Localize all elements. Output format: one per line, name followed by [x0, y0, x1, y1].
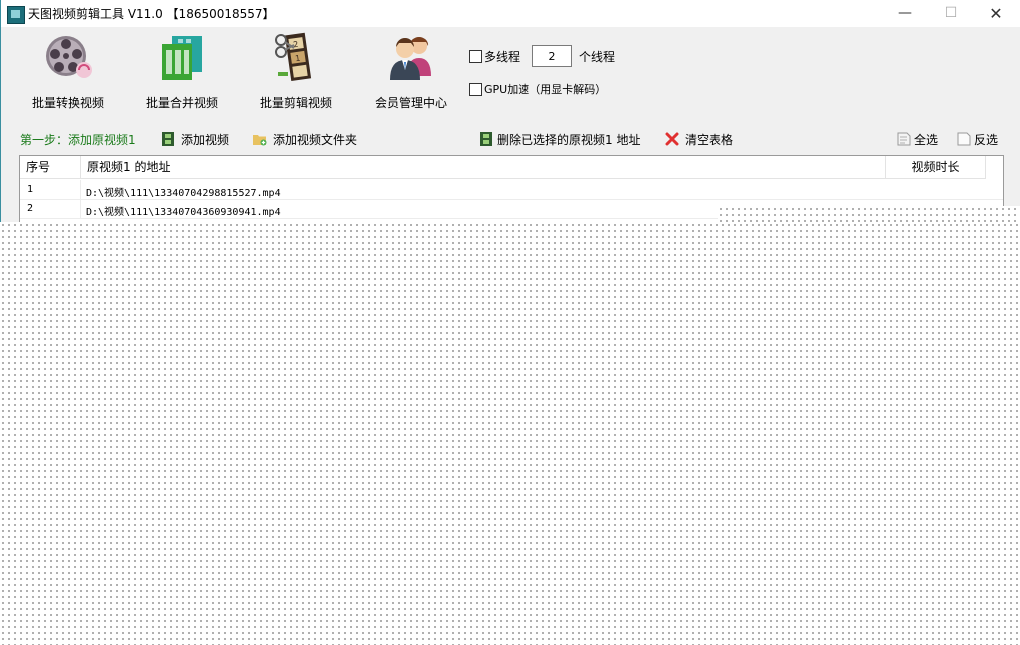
gpu-accel-label[interactable]: GPU加速（用显卡解码） — [484, 81, 606, 97]
col-header-path[interactable]: 原视频1 的地址 — [81, 156, 886, 179]
app-logo-icon — [7, 6, 25, 24]
merge-grid-icon — [162, 36, 202, 80]
film-strip-icon — [162, 132, 174, 146]
app-window: 天图视频剪辑工具 V11.0 【18650018557】 — ☐ ✕ 批量转换视… — [0, 0, 1020, 227]
batch-convert-button[interactable]: 批量转换视频 — [13, 32, 123, 112]
table-row[interactable]: 1 D:\视频\111\13340704298815527.mp4 — [20, 180, 1003, 200]
folder-add-icon — [253, 135, 267, 146]
row-path: D:\视频\111\13340704298815527.mp4 — [86, 188, 281, 199]
add-video-label: 添加视频 — [181, 133, 230, 147]
col-header-no[interactable]: 序号 — [20, 156, 81, 179]
col-header-duration[interactable]: 视频时长 — [886, 156, 986, 179]
batch-cut-label: 批量剪辑视频 — [259, 96, 332, 110]
step-one-label: 第一步：添加原视频1 — [20, 133, 136, 147]
clear-table-label: 清空表格 — [685, 133, 734, 147]
column-divider — [80, 180, 81, 199]
select-all-label: 全选 — [914, 133, 939, 147]
row-number: 1 — [27, 184, 34, 195]
batch-merge-label: 批量合并视频 — [145, 96, 218, 110]
film-reel-icon — [46, 36, 92, 78]
row-number: 2 — [27, 203, 34, 214]
title-bar[interactable]: 天图视频剪辑工具 V11.0 【18650018557】 — ☐ ✕ — [1, 0, 1020, 27]
delete-selected-label: 删除已选择的原视频1 地址 — [497, 133, 641, 147]
window-title: 天图视频剪辑工具 V11.0 【18650018557】 — [28, 7, 275, 21]
film-strip-icon — [480, 132, 492, 146]
film-cut-icon: 2 1 — [275, 32, 312, 82]
row-path: D:\视频\111\13340704360930941.mp4 — [86, 207, 281, 218]
member-center-label: 会员管理中心 — [374, 96, 447, 110]
document-icon — [897, 132, 911, 146]
batch-convert-label: 批量转换视频 — [31, 96, 104, 110]
multithread-label[interactable]: 多线程 — [484, 48, 520, 65]
red-x-icon — [665, 132, 679, 146]
redaction-pattern — [0, 222, 1020, 645]
blank-page-icon — [957, 132, 971, 146]
close-button[interactable]: ✕ — [973, 0, 1019, 27]
add-folder-label: 添加视频文件夹 — [273, 133, 358, 147]
gpu-accel-checkbox[interactable] — [469, 83, 482, 96]
redaction-pattern — [718, 206, 1020, 222]
members-icon — [390, 36, 431, 80]
column-divider — [80, 199, 81, 218]
invert-select-label: 反选 — [974, 133, 999, 147]
multithread-checkbox[interactable] — [469, 50, 482, 63]
batch-merge-button[interactable]: 批量合并视频 — [127, 32, 237, 112]
thread-count-input[interactable] — [532, 45, 572, 67]
maximize-button[interactable]: ☐ — [928, 0, 974, 27]
batch-cut-button[interactable]: 2 1 批量剪辑视频 — [241, 32, 351, 112]
member-center-button[interactable]: 会员管理中心 — [356, 32, 466, 112]
thread-unit-label: 个线程 — [579, 50, 616, 64]
minimize-button[interactable]: — — [882, 0, 928, 27]
